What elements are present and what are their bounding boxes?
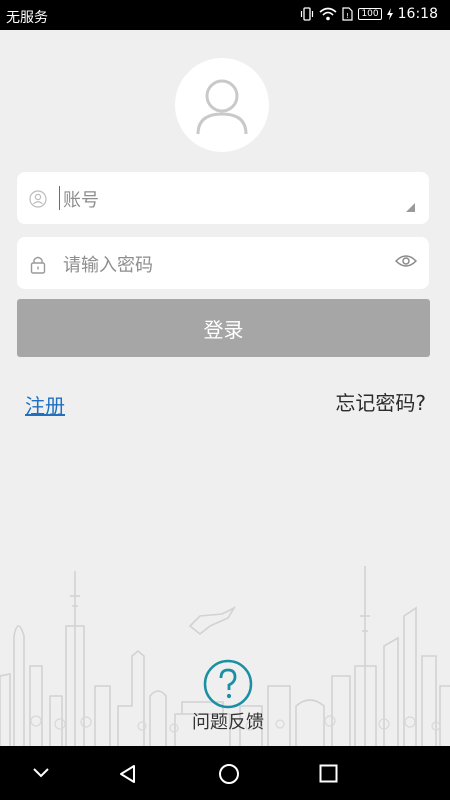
avatar[interactable] <box>175 58 269 152</box>
question-icon <box>203 659 253 709</box>
text-caret <box>59 186 60 210</box>
login-screen: 账号 请输入密码 登录 注册 忘记密码? 问题反馈 <box>0 30 450 746</box>
user-icon <box>29 190 47 208</box>
sim-icon: ! <box>342 7 354 21</box>
home-icon[interactable] <box>218 763 240 785</box>
recents-icon[interactable] <box>319 764 338 783</box>
carrier-text: 无服务 <box>6 10 48 26</box>
feedback-label: 问题反馈 <box>192 712 264 733</box>
password-field[interactable]: 请输入密码 <box>17 237 429 289</box>
clock: 16:18 <box>397 6 438 22</box>
lock-icon <box>30 256 46 274</box>
navigation-bar <box>0 746 450 800</box>
svg-text:!: ! <box>347 12 350 20</box>
vibrate-icon <box>301 7 314 21</box>
back-icon[interactable] <box>118 764 138 784</box>
password-input[interactable]: 请输入密码 <box>63 251 153 277</box>
charging-icon <box>386 8 393 20</box>
account-dropdown-icon[interactable] <box>406 203 415 212</box>
battery-icon: 100 <box>358 8 382 20</box>
eye-icon[interactable] <box>395 253 417 269</box>
account-input[interactable]: 账号 <box>63 186 99 212</box>
account-field[interactable]: 账号 <box>17 172 429 224</box>
wifi-icon <box>319 7 337 21</box>
avatar-icon <box>196 79 248 135</box>
feedback-button[interactable]: 问题反馈 <box>186 658 270 738</box>
collapse-icon[interactable] <box>33 768 49 778</box>
register-link[interactable]: 注册 <box>25 390 65 419</box>
login-button[interactable]: 登录 <box>17 299 430 357</box>
forgot-password-link[interactable]: 忘记密码? <box>335 387 426 416</box>
status-bar: 无服务 ! 100 16:18 <box>0 0 450 30</box>
